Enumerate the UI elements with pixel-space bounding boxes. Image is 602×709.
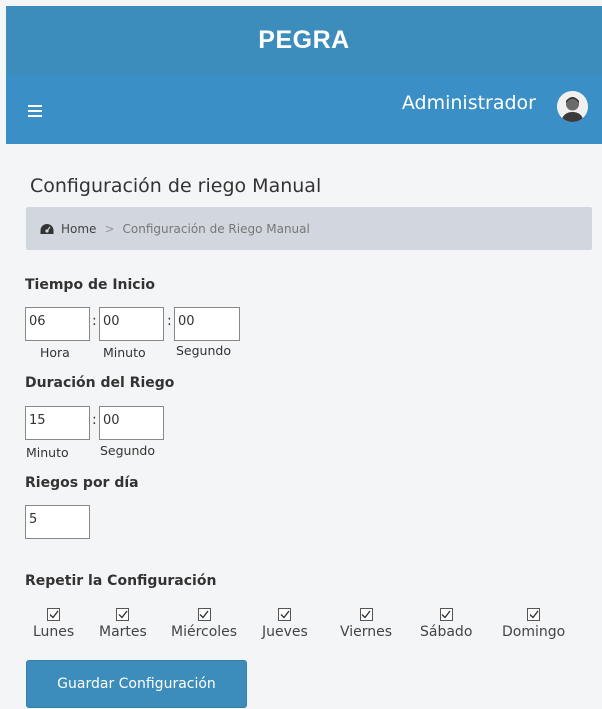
day-jueves[interactable]: Jueves — [262, 608, 308, 640]
user-avatar[interactable] — [557, 91, 588, 122]
check-icon[interactable] — [527, 608, 541, 621]
check-icon[interactable] — [197, 608, 211, 621]
day-sabado[interactable]: Sábado — [420, 608, 472, 640]
save-button[interactable]: Guardar Configuración — [26, 660, 247, 708]
dashboard-icon — [40, 223, 54, 235]
breadcrumb-home-link[interactable]: Home — [61, 222, 96, 236]
per-day-input[interactable]: 5 — [25, 505, 90, 539]
day-label: Martes — [99, 624, 147, 640]
hamburger-icon[interactable] — [28, 105, 42, 117]
breadcrumb: Home > Configuración de Riego Manual — [26, 207, 592, 250]
duration-minute-input[interactable]: 15 — [25, 406, 90, 440]
page-title: Configuración de riego Manual — [30, 175, 322, 197]
check-icon[interactable] — [439, 608, 453, 621]
app-logo[interactable]: PEGRA — [6, 6, 602, 74]
day-label: Sábado — [420, 624, 473, 640]
top-navbar: Administrador — [6, 74, 602, 144]
second-label: Segundo — [176, 343, 231, 358]
start-time-label: Tiempo de Inicio — [25, 277, 156, 293]
breadcrumb-separator: > — [104, 221, 115, 236]
day-label: Viernes — [340, 624, 393, 640]
day-label: Miércoles — [171, 624, 238, 640]
day-miercoles[interactable]: Miércoles — [171, 608, 237, 640]
time-colon: : — [167, 313, 172, 329]
minute-label: Minuto — [26, 445, 69, 460]
check-icon[interactable] — [278, 608, 292, 621]
start-hour-input[interactable]: 06 — [25, 307, 90, 341]
day-label: Jueves — [262, 624, 308, 640]
check-icon[interactable] — [47, 608, 61, 621]
duration-second-input[interactable]: 00 — [99, 406, 164, 440]
per-day-label: Riegos por día — [25, 475, 139, 491]
time-colon: : — [92, 412, 97, 428]
day-lunes[interactable]: Lunes — [33, 608, 74, 640]
day-label: Domingo — [502, 624, 566, 640]
duration-label: Duración del Riego — [25, 375, 175, 391]
repeat-label: Repetir la Configuración — [25, 573, 217, 589]
user-name[interactable]: Administrador — [402, 92, 536, 114]
hour-label: Hora — [40, 345, 70, 360]
day-viernes[interactable]: Viernes — [340, 608, 392, 640]
check-icon[interactable] — [116, 608, 130, 621]
day-label: Lunes — [33, 624, 75, 640]
minute-label: Minuto — [103, 345, 146, 360]
breadcrumb-current: Configuración de Riego Manual — [122, 221, 310, 236]
day-domingo[interactable]: Domingo — [502, 608, 565, 640]
time-colon: : — [92, 313, 97, 329]
start-minute-input[interactable]: 00 — [99, 307, 164, 341]
start-second-input[interactable]: 00 — [174, 307, 240, 341]
day-martes[interactable]: Martes — [99, 608, 147, 640]
second-label: Segundo — [100, 443, 155, 458]
check-icon[interactable] — [359, 608, 373, 621]
